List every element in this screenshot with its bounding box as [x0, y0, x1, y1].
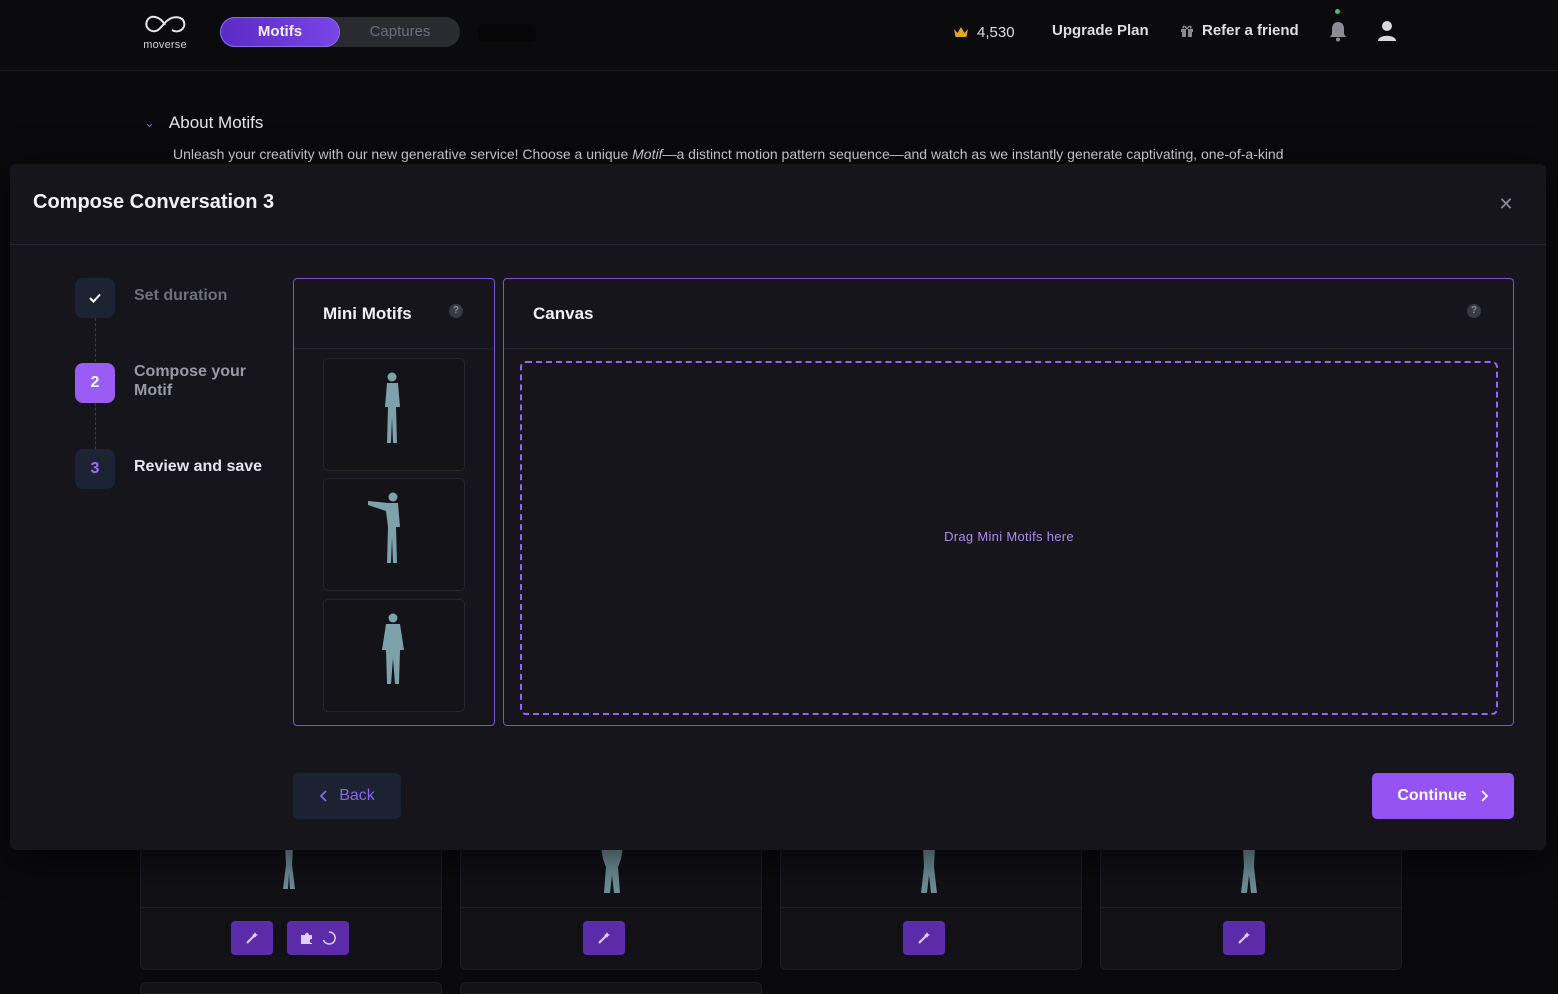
magic-wand-icon [598, 932, 610, 944]
chevron-down-icon: ⌄ [144, 115, 155, 130]
compose-loading-button[interactable] [287, 921, 349, 955]
motif-card [140, 982, 442, 994]
step-1-indicator [75, 278, 115, 318]
pointing-figure-icon [368, 492, 400, 563]
tab-motifs[interactable]: Motifs [220, 17, 340, 47]
step-3-label: Review and save [134, 458, 263, 475]
motif-figure-icon [1241, 845, 1257, 893]
step-2-indicator: 2 [75, 363, 115, 403]
upgrade-plan-link[interactable]: Upgrade Plan [1052, 22, 1149, 39]
step-1-label: Set duration [134, 287, 228, 304]
motif-card[interactable] [460, 840, 762, 970]
motif-card[interactable] [780, 840, 1082, 970]
notification-dot [1335, 9, 1340, 14]
standing-figure-icon [385, 372, 400, 443]
modal-title: Compose Conversation 3 [33, 191, 275, 213]
section-switcher: Motifs Captures [220, 17, 460, 47]
modal-header: Compose Conversation 3 ✕ [10, 164, 1546, 245]
mini-motif-card[interactable] [323, 478, 465, 591]
help-icon[interactable]: ? [449, 304, 463, 318]
credits-value: 4,530 [977, 23, 1015, 41]
card-divider [781, 907, 1081, 908]
bell-icon[interactable] [1328, 20, 1348, 42]
dropzone-placeholder: Drag Mini Motifs here [944, 529, 1074, 544]
back-button[interactable]: Back [293, 773, 401, 819]
spinner-icon [322, 931, 336, 945]
canvas-dropzone[interactable]: Drag Mini Motifs here [520, 361, 1498, 715]
back-label: Back [339, 787, 375, 804]
about-motifs-title: About Motifs [168, 113, 264, 132]
motif-card [460, 982, 762, 994]
chevron-right-icon [1481, 790, 1488, 802]
standing-figure-icon [382, 613, 404, 684]
magic-wand-button[interactable] [583, 921, 625, 955]
canvas-title: Canvas [533, 304, 594, 323]
about-motifs-toggle[interactable]: ⌄ About Motifs [144, 113, 263, 133]
motif-figure-icon [283, 845, 295, 889]
gift-icon [1181, 25, 1193, 37]
user-icon[interactable] [1377, 20, 1397, 42]
magic-wand-button[interactable] [903, 921, 945, 955]
chevron-left-icon [319, 790, 327, 802]
magic-wand-icon [918, 932, 930, 944]
step-3-indicator: 3 [75, 449, 115, 489]
compose-modal: Compose Conversation 3 ✕ Set duration 2 … [10, 164, 1546, 850]
motif-card[interactable] [140, 840, 442, 970]
continue-button[interactable]: Continue [1372, 773, 1514, 819]
motif-card[interactable] [1100, 840, 1402, 970]
card-divider [461, 907, 761, 908]
mini-motifs-panel: Mini Motifs ? [293, 278, 495, 726]
moverse-logo[interactable]: moverse [140, 12, 190, 52]
magic-wand-button[interactable] [1223, 921, 1265, 955]
step-connector [95, 403, 96, 449]
mini-motif-card[interactable] [323, 599, 465, 712]
refer-friend-label: Refer a friend [1202, 22, 1299, 39]
logo-text: moverse [143, 39, 187, 51]
credits-balance: 4,530 [953, 22, 1015, 42]
help-icon[interactable]: ? [1467, 304, 1481, 318]
check-icon [89, 293, 101, 303]
motif-figure-icon [921, 845, 937, 893]
about-motifs-description: Unleash your creativity with our new gen… [173, 146, 1284, 162]
top-navigation: moverse Motifs Captures 4,530 Upgrade Pl… [0, 0, 1558, 71]
nav-placeholder [478, 24, 536, 42]
card-divider [1101, 907, 1401, 908]
refer-friend-link[interactable]: Refer a friend [1180, 22, 1299, 39]
mini-motifs-header: Mini Motifs ? [294, 279, 494, 349]
continue-label: Continue [1397, 787, 1467, 804]
canvas-header: Canvas ? [504, 279, 1513, 349]
mini-motif-card[interactable] [323, 358, 465, 471]
magic-wand-button[interactable] [231, 921, 273, 955]
infinity-logo-icon [145, 15, 186, 33]
step-connector [95, 318, 96, 362]
tab-captures[interactable]: Captures [340, 17, 460, 47]
canvas-panel: Canvas ? Drag Mini Motifs here [503, 278, 1514, 726]
step-2-label: Compose your Motif [134, 363, 247, 399]
card-divider [141, 907, 441, 908]
crown-icon [954, 27, 968, 37]
magic-wand-icon [246, 932, 258, 944]
close-icon[interactable]: ✕ [1496, 194, 1516, 214]
puzzle-icon [301, 932, 312, 944]
motif-figure-icon [601, 847, 623, 893]
magic-wand-icon [1238, 932, 1250, 944]
mini-motifs-title: Mini Motifs [323, 304, 412, 323]
